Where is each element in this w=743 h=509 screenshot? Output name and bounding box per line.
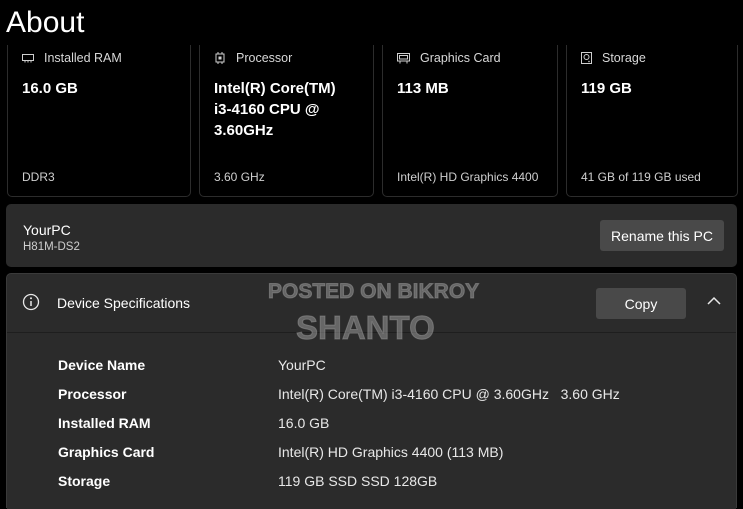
- processor-icon: [214, 52, 226, 64]
- rename-pc-button[interactable]: Rename this PC: [600, 220, 724, 251]
- pc-name: YourPC: [23, 222, 71, 238]
- spec-key: Processor: [58, 386, 127, 402]
- info-icon: [22, 293, 40, 316]
- spec-key: Graphics Card: [58, 444, 155, 460]
- card-label: Processor: [236, 51, 293, 65]
- spec-value[interactable]: Intel(R) Core(TM) i3-4160 CPU @ 3.60GHz …: [278, 386, 620, 402]
- graphics-card-card: Graphics Card 113 MB Intel(R) HD Graphic…: [382, 45, 558, 197]
- spec-value[interactable]: 119 GB SSD SSD 128GB: [278, 473, 437, 489]
- spec-value[interactable]: 16.0 GB: [278, 415, 329, 431]
- processor-card: Processor Intel(R) Core(TM) i3-4160 CPU …: [199, 45, 374, 197]
- spec-key: Installed RAM: [58, 415, 151, 431]
- card-subtext: Intel(R) HD Graphics 4400: [397, 170, 539, 184]
- spec-value[interactable]: Intel(R) HD Graphics 4400 (113 MB): [278, 444, 503, 460]
- device-specifications-section: Device Specifications Copy Device Name Y…: [6, 273, 737, 509]
- device-specifications-header[interactable]: Device Specifications Copy: [7, 274, 736, 333]
- card-value: 113 MB: [397, 80, 449, 97]
- spec-key: Device Name: [58, 357, 146, 373]
- card-label: Installed RAM: [44, 51, 122, 65]
- installed-ram-card: Installed RAM 16.0 GB DDR3: [7, 45, 191, 197]
- page-title: About: [6, 6, 85, 39]
- processor-line: i3-4160 CPU @: [214, 101, 320, 118]
- copy-button[interactable]: Copy: [596, 288, 686, 319]
- card-value: 16.0 GB: [22, 80, 78, 97]
- pc-model: H81M-DS2: [23, 241, 80, 253]
- card-label: Graphics Card: [420, 51, 501, 65]
- card-subtext: 41 GB of 119 GB used: [581, 170, 701, 184]
- spec-value[interactable]: YourPC: [278, 357, 326, 373]
- card-value: 119 GB: [581, 80, 632, 97]
- card-value: Intel(R) Core(TM) i3-4160 CPU @ 3.60GHz: [214, 78, 336, 141]
- card-label: Storage: [602, 51, 646, 65]
- processor-line: 3.60GHz: [214, 122, 274, 139]
- device-specifications-body: Device Name YourPC Processor Intel(R) Co…: [7, 333, 736, 509]
- pc-name-panel: YourPC H81M-DS2 Rename this PC: [6, 204, 737, 267]
- card-subtext: 3.60 GHz: [214, 170, 265, 184]
- spec-key: Storage: [58, 473, 111, 489]
- processor-line: Intel(R) Core(TM): [214, 80, 336, 97]
- storage-card: Storage 119 GB 41 GB of 119 GB used: [566, 45, 738, 197]
- ram-icon: [22, 53, 34, 63]
- chevron-up-icon[interactable]: [706, 294, 722, 312]
- storage-icon: [581, 52, 592, 64]
- graphics-card-icon: [397, 52, 410, 64]
- device-specifications-title: Device Specifications: [57, 295, 191, 311]
- card-subtext: DDR3: [22, 170, 55, 184]
